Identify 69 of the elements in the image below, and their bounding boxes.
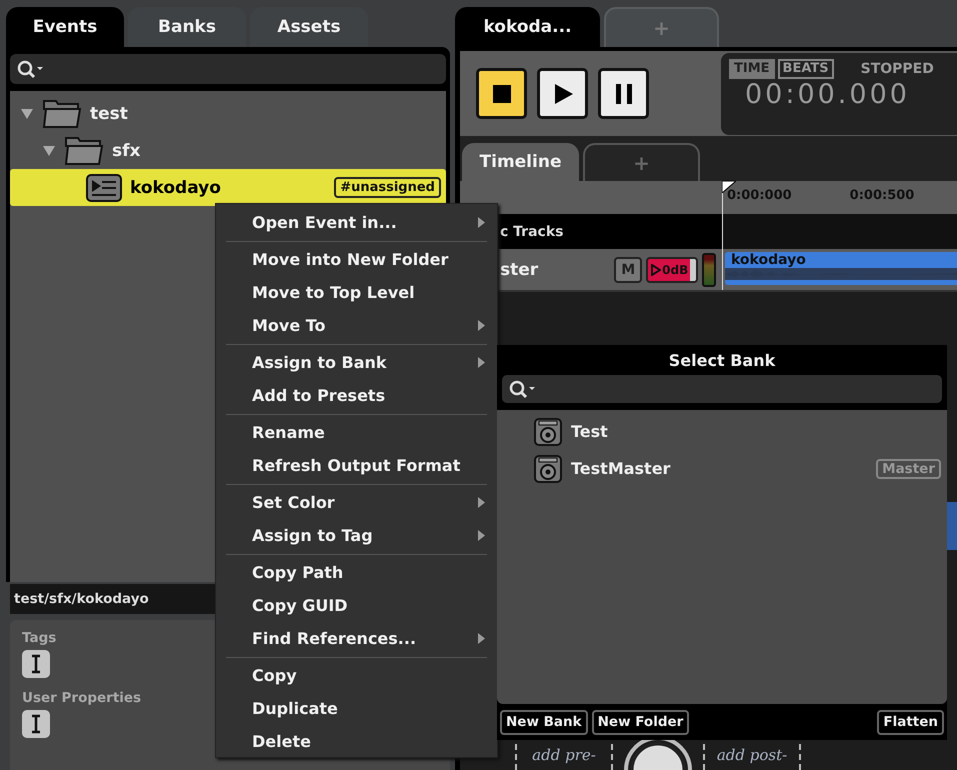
menu-item[interactable]: Move into New Folder xyxy=(226,243,487,276)
tree-item-label: test xyxy=(90,104,129,124)
track-name: ster xyxy=(500,260,538,280)
dialog-button[interactable]: New Bank xyxy=(500,710,588,734)
time-mode-toggle[interactable]: TIME xyxy=(729,58,775,78)
text-cursor-icon xyxy=(30,714,42,734)
stop-button[interactable] xyxy=(476,68,527,119)
track-name: c Tracks xyxy=(500,224,564,240)
dialog-button[interactable]: New Folder xyxy=(592,710,690,734)
text-cursor-button[interactable] xyxy=(22,650,50,678)
level-meter xyxy=(702,252,716,286)
menu-item[interactable]: Copy xyxy=(226,659,487,692)
bank-icon xyxy=(533,454,563,484)
property-label: Tags xyxy=(22,630,56,646)
menu-item[interactable]: Duplicate xyxy=(226,692,487,725)
tag-badge: #unassigned xyxy=(334,177,441,198)
search-icon xyxy=(16,59,46,79)
ruler-time-label: 0:00:000 xyxy=(727,188,792,205)
tree-item-label: sfx xyxy=(112,140,142,160)
menu-item[interactable]: Assign to Tag xyxy=(226,519,487,552)
menu-item[interactable]: Delete xyxy=(226,725,487,758)
menu-item[interactable]: Set Color xyxy=(226,486,487,519)
expand-caret-icon[interactable] xyxy=(42,144,56,156)
transport-status: STOPPED xyxy=(860,60,934,76)
menu-item[interactable]: Open Event in... xyxy=(226,206,487,239)
volume-button[interactable]: 0dB xyxy=(646,256,698,282)
bank-item[interactable]: Test xyxy=(497,413,947,450)
browser-tab[interactable]: Assets xyxy=(250,7,368,47)
menu-item[interactable]: Copy Path xyxy=(226,556,487,589)
menu-item[interactable]: Assign to Bank xyxy=(226,346,487,379)
bank-icon xyxy=(533,416,563,446)
bank-item[interactable]: TestMaster Master xyxy=(497,450,947,487)
tree-row[interactable]: sfx xyxy=(10,132,446,169)
event-icon xyxy=(86,174,122,202)
tree-item-label: kokodayo xyxy=(130,178,222,198)
mute-button[interactable]: M xyxy=(614,256,642,282)
editor-tab[interactable]: kokoda... xyxy=(455,7,600,47)
text-cursor-icon xyxy=(30,654,42,674)
tree-row[interactable]: test xyxy=(10,95,446,132)
text-cursor-button[interactable] xyxy=(22,710,50,738)
ruler-time-label: 0:00:500 xyxy=(850,188,914,205)
browser-tab[interactable]: Banks xyxy=(128,7,246,47)
menu-item[interactable]: Rename xyxy=(226,416,487,449)
dialog-button[interactable]: Flatten xyxy=(877,710,944,734)
folder-icon xyxy=(42,98,82,128)
master-badge: Master xyxy=(876,458,941,478)
menu-item[interactable]: Copy GUID xyxy=(226,589,487,622)
view-tab[interactable]: Timeline xyxy=(462,143,579,181)
dialog-title: Select Bank xyxy=(668,350,776,370)
selected-row[interactable]: kokodayo #unassigned xyxy=(10,169,446,206)
event-path: test/sfx/kokodayo xyxy=(14,591,149,607)
audio-region[interactable]: kokodayo xyxy=(725,252,957,285)
search-field[interactable] xyxy=(10,54,446,84)
menu-item[interactable]: Add to Presets xyxy=(226,379,487,412)
play-button[interactable] xyxy=(537,68,588,119)
search-icon xyxy=(508,379,538,399)
menu-item[interactable]: Move To xyxy=(226,309,487,342)
triangle-icon xyxy=(651,264,662,276)
folder-icon xyxy=(64,136,104,166)
menu-item[interactable]: Find References... xyxy=(226,622,487,655)
time-readout: 00:00.000 xyxy=(744,78,911,110)
expand-caret-icon[interactable] xyxy=(20,108,34,120)
search-field[interactable] xyxy=(502,375,942,403)
property-label: User Properties xyxy=(22,690,142,706)
pause-button[interactable] xyxy=(598,68,649,119)
menu-item[interactable]: Move to Top Level xyxy=(226,276,487,309)
browser-tab[interactable]: Events xyxy=(6,7,124,47)
menu-item[interactable]: Refresh Output Format xyxy=(226,449,487,482)
time-mode-toggle[interactable]: BEATS xyxy=(778,58,834,78)
